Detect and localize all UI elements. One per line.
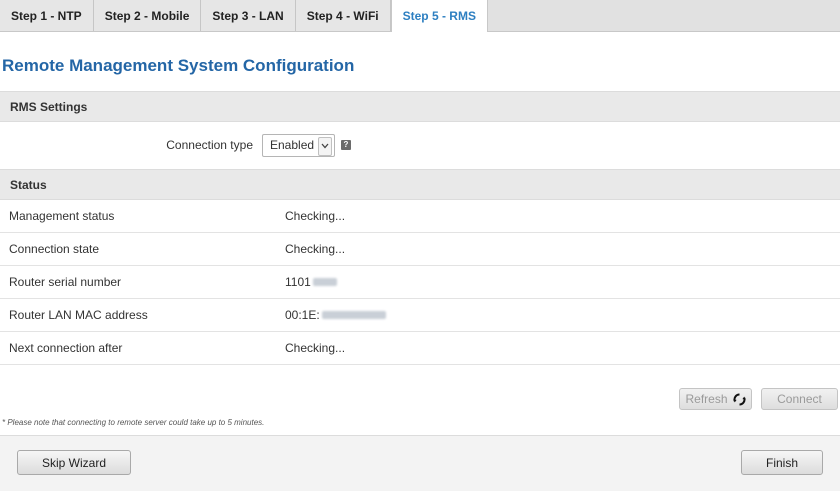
connection-type-select[interactable]: Enabled [262,133,335,157]
page-title: Remote Management System Configuration [2,56,355,75]
status-row-connection-state: Connection state Checking... [0,233,840,266]
status-row-management: Management status Checking... [0,200,840,233]
connection-note: * Please note that connecting to remote … [2,418,265,427]
status-row-serial: Router serial number 1101 [0,266,840,299]
skip-wizard-label: Skip Wizard [41,455,106,470]
status-header: Status [0,169,840,200]
connect-button[interactable]: Connect [761,388,838,410]
status-label: Router serial number [9,275,122,289]
tab-step4-wifi[interactable]: Step 4 - WiFi [295,0,391,31]
connect-button-label: Connect [777,392,822,406]
rms-settings-header-label: RMS Settings [10,99,88,114]
status-value: Checking... [285,341,346,355]
redacted-blur [312,278,337,286]
status-value: Checking... [285,209,346,223]
status-value: 1101 [285,275,337,289]
finish-button[interactable]: Finish [741,450,823,475]
status-label: Management status [9,209,115,223]
connection-type-row: Connection type Enabled ? [0,122,840,168]
tab-step3-lan[interactable]: Step 3 - LAN [201,0,296,31]
serial-visible-part: 1101 [285,275,311,289]
tab-step5-rms[interactable]: Step 5 - RMS [390,0,488,32]
status-label: Next connection after [9,341,123,355]
status-header-label: Status [10,177,47,192]
tab-step2-mobile[interactable]: Step 2 - Mobile [93,0,202,31]
finish-label: Finish [765,455,798,470]
status-row-next-connection: Next connection after Checking... [0,332,840,365]
status-row-mac: Router LAN MAC address 00:1E: [0,299,840,332]
status-label: Router LAN MAC address [9,308,148,322]
chevron-down-icon [318,136,332,156]
refresh-icon [732,393,746,406]
tab-step1-ntp[interactable]: Step 1 - NTP [0,0,94,31]
rms-settings-header: RMS Settings [0,91,840,122]
status-value: Checking... [285,242,346,256]
status-value: 00:1E: [285,308,386,322]
mac-visible-part: 00:1E: [285,308,320,322]
status-label: Connection state [9,242,100,256]
connection-type-value: Enabled [270,138,315,152]
refresh-button-label: Refresh [685,392,728,406]
redacted-blur [321,311,386,319]
skip-wizard-button[interactable]: Skip Wizard [17,450,131,475]
refresh-button[interactable]: Refresh [679,388,752,410]
connection-type-label: Connection type [166,138,253,152]
question-icon[interactable]: ? [341,140,351,150]
wizard-tabs: Step 1 - NTP Step 2 - Mobile Step 3 - LA… [0,0,840,32]
